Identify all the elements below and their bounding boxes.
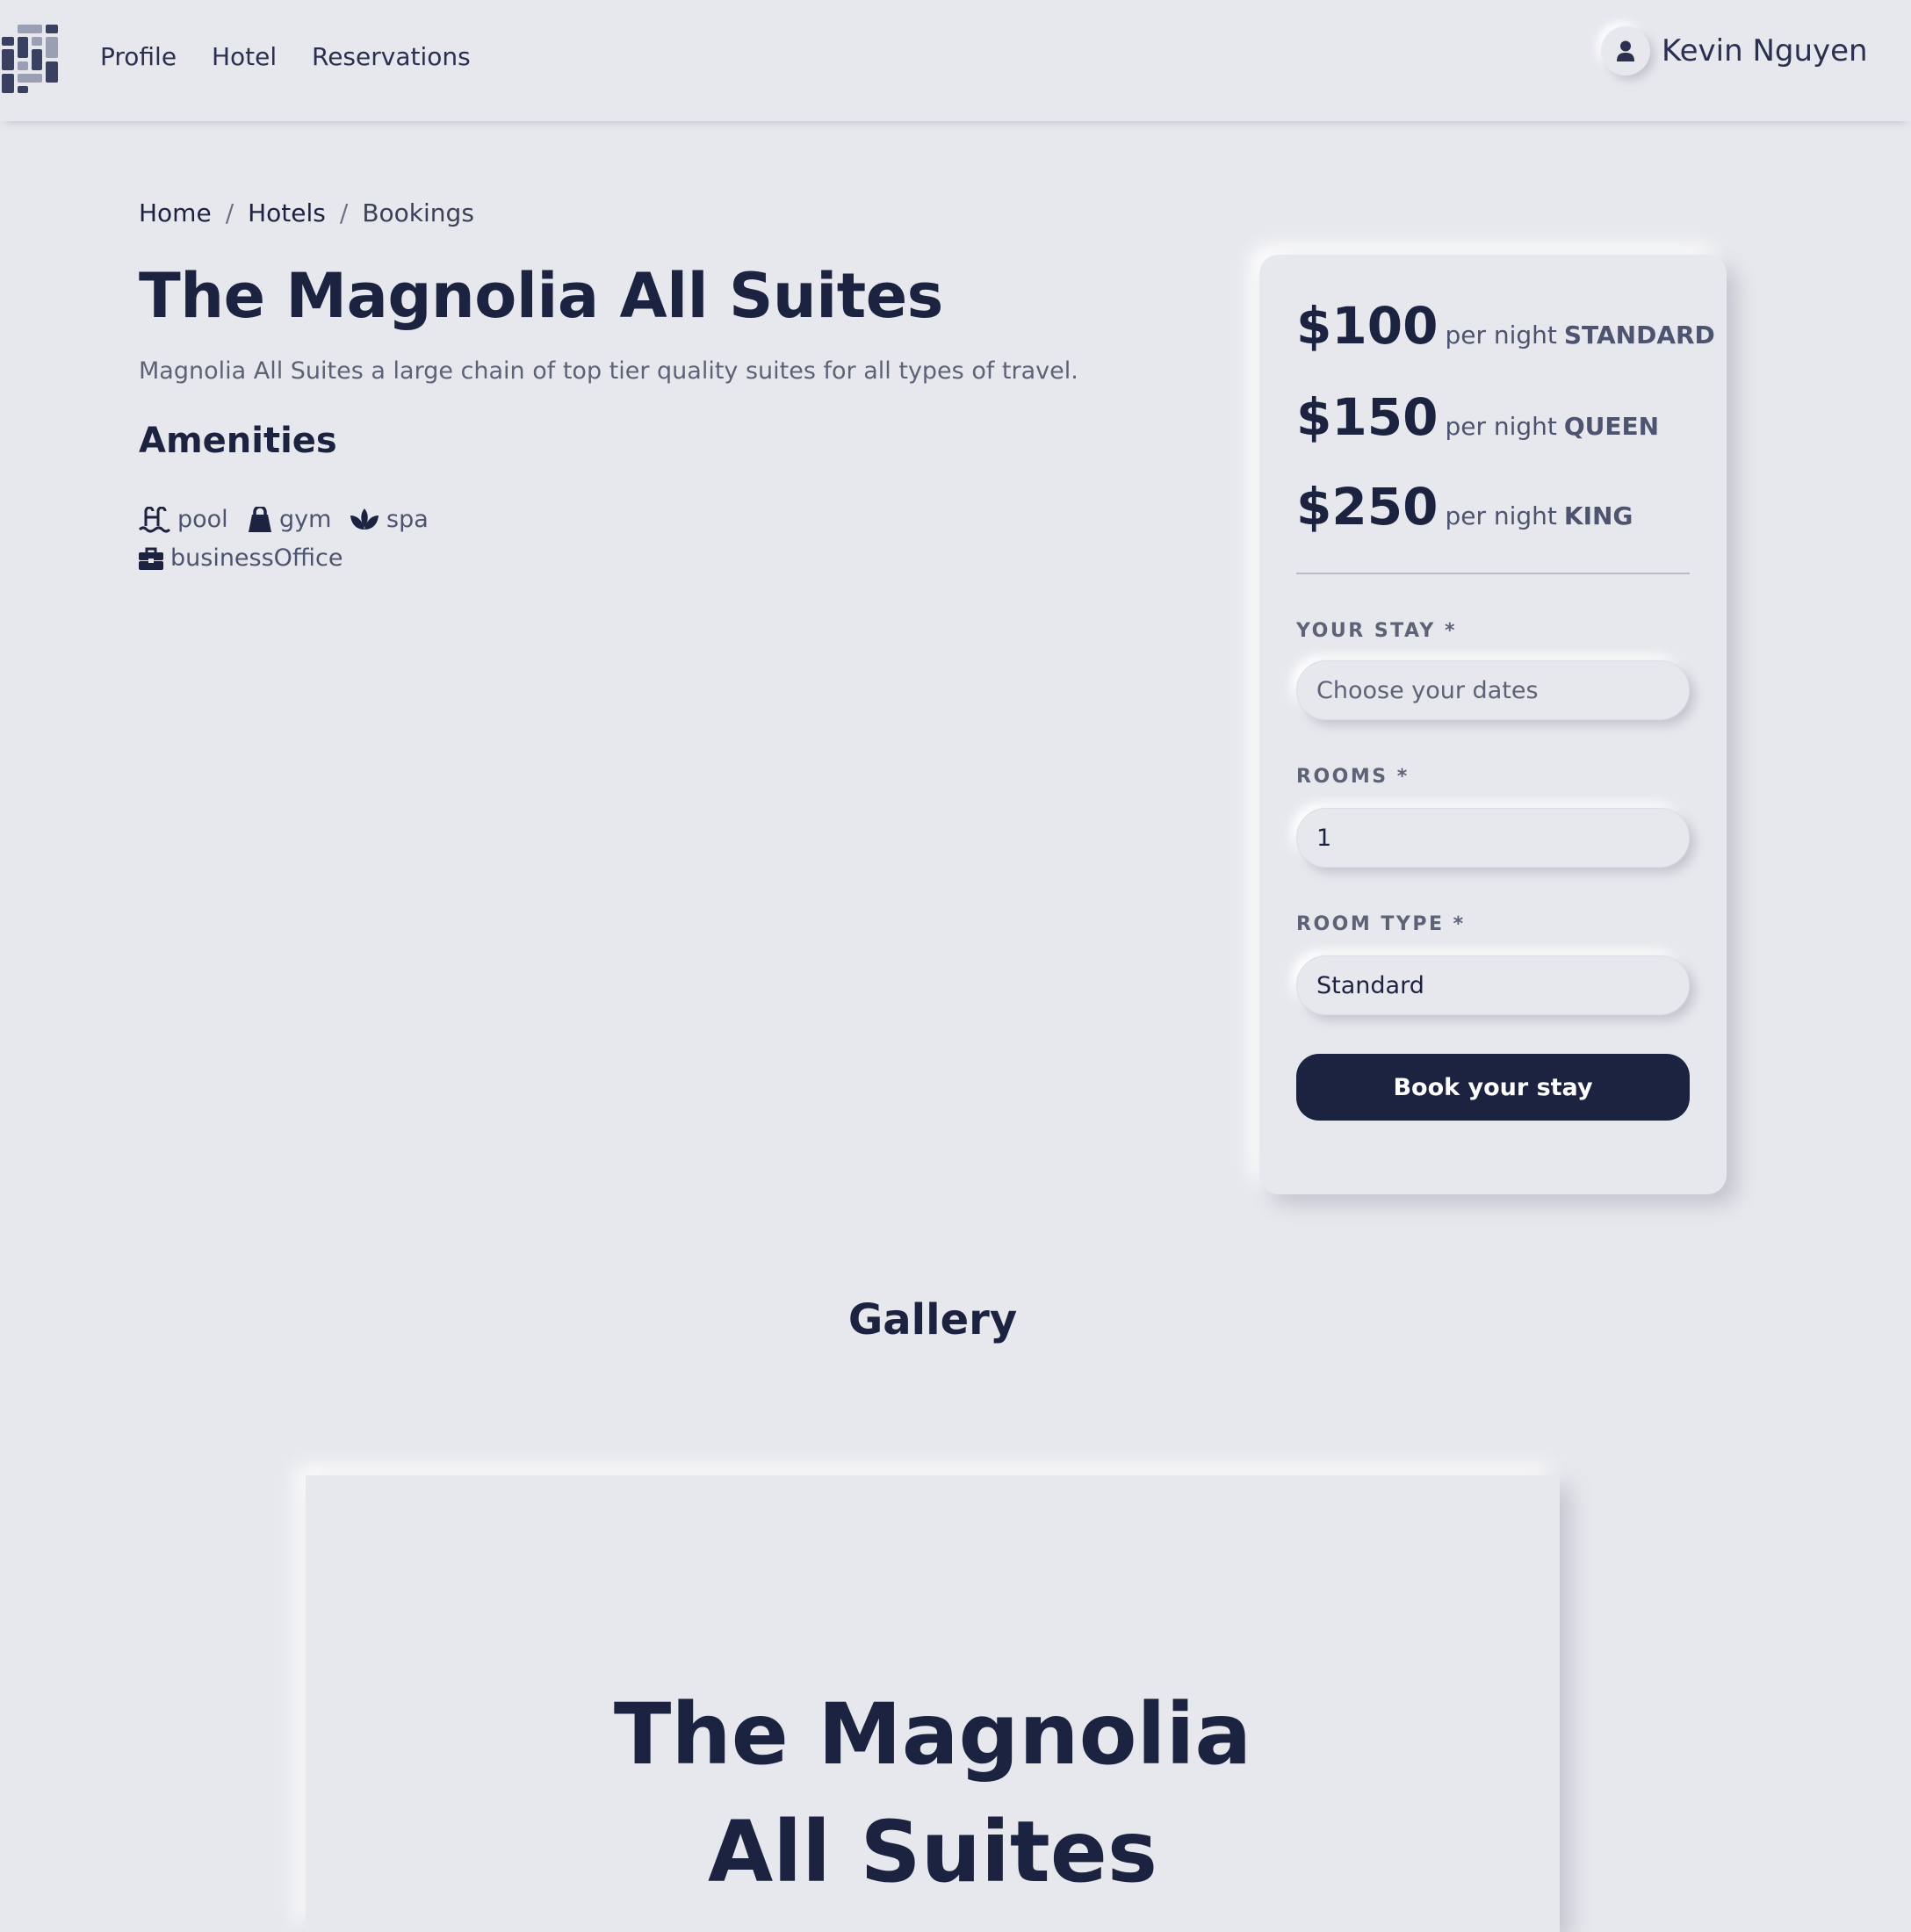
breadcrumb-home[interactable]: Home bbox=[139, 197, 212, 230]
spa-lotus-icon bbox=[350, 508, 379, 530]
price-king: $250 per night KING bbox=[1296, 478, 1633, 536]
price-amount: $150 bbox=[1296, 387, 1439, 447]
card-divider bbox=[1296, 573, 1690, 574]
breadcrumb-bookings: Bookings bbox=[362, 198, 474, 227]
amenity-label: gym bbox=[279, 506, 332, 533]
breadcrumb-separator: / bbox=[225, 198, 234, 227]
booking-card: $100 per night STANDARD $150 per night Q… bbox=[1259, 255, 1727, 1194]
amenity-label: pool bbox=[177, 506, 228, 533]
price-unit: per night bbox=[1445, 321, 1557, 350]
price-unit: per night bbox=[1445, 412, 1557, 441]
book-stay-button[interactable]: Book your stay bbox=[1296, 1054, 1690, 1121]
price-amount: $100 bbox=[1296, 296, 1439, 356]
briefcase-icon bbox=[139, 547, 163, 570]
amenity-spa: spa bbox=[350, 504, 429, 536]
amenity-label: spa bbox=[386, 506, 429, 533]
room-type-label: ROOM TYPE * bbox=[1296, 913, 1466, 935]
amenity-business-office: businessOffice bbox=[139, 543, 343, 574]
user-icon bbox=[1617, 40, 1634, 61]
gallery-slide[interactable]: The Magnolia All Suites bbox=[306, 1475, 1560, 1932]
breadcrumb-hotels[interactable]: Hotels bbox=[248, 197, 326, 230]
page-title: The Magnolia All Suites bbox=[139, 260, 943, 332]
amenities-heading: Amenities bbox=[139, 421, 337, 461]
rooms-value: 1 bbox=[1316, 824, 1332, 852]
breadcrumb: Home / Hotels / Bookings bbox=[139, 197, 474, 230]
app-logo-icon[interactable] bbox=[2, 25, 58, 93]
price-standard: $100 per night STANDARD bbox=[1296, 297, 1715, 355]
room-kind: QUEEN bbox=[1563, 412, 1660, 441]
nav-link-reservations[interactable]: Reservations bbox=[312, 40, 471, 74]
navbar: Profile Hotel Reservations Kevin Nguyen bbox=[0, 0, 1911, 121]
amenity-gym: gym bbox=[248, 504, 331, 536]
gallery-heading: Gallery bbox=[847, 1295, 1018, 1344]
hotel-description: Magnolia All Suites a large chain of top… bbox=[139, 357, 1078, 385]
amenity-label: businessOffice bbox=[170, 544, 343, 572]
rooms-label: ROOMS * bbox=[1296, 766, 1410, 788]
stay-dates-input[interactable] bbox=[1296, 660, 1690, 720]
rooms-input[interactable]: 1 bbox=[1296, 808, 1690, 868]
user-avatar[interactable] bbox=[1601, 26, 1650, 76]
price-unit: per night bbox=[1445, 501, 1557, 530]
breadcrumb-separator: / bbox=[339, 198, 349, 227]
nav-link-profile[interactable]: Profile bbox=[100, 40, 177, 74]
amenity-pool: pool bbox=[139, 504, 228, 536]
gallery-slide-title: The Magnolia All Suites bbox=[613, 1685, 1252, 1901]
user-name[interactable]: Kevin Nguyen bbox=[1662, 32, 1868, 70]
price-amount: $250 bbox=[1296, 477, 1439, 537]
room-kind: KING bbox=[1563, 501, 1633, 530]
price-queen: $150 per night QUEEN bbox=[1296, 388, 1659, 446]
kettlebell-icon bbox=[249, 507, 271, 532]
room-type-value: Standard bbox=[1316, 971, 1424, 999]
stay-label: YOUR STAY * bbox=[1296, 620, 1457, 642]
pool-icon bbox=[139, 507, 170, 533]
room-type-select[interactable]: Standard bbox=[1296, 955, 1690, 1015]
room-kind: STANDARD bbox=[1563, 321, 1715, 350]
nav-link-hotel[interactable]: Hotel bbox=[212, 40, 277, 74]
